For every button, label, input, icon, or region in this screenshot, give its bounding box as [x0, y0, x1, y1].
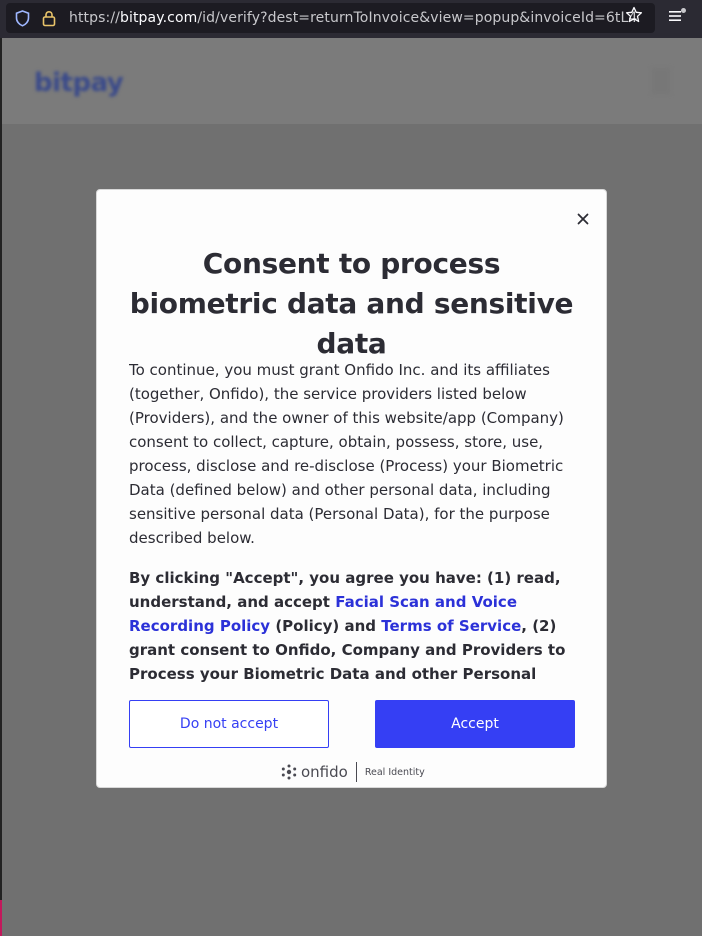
consent-text-scroll[interactable]: To continue, you must grant Onfido Inc. … — [129, 358, 569, 686]
header-menu-icon — [652, 68, 670, 94]
close-icon[interactable] — [571, 207, 595, 231]
update-badge-icon — [681, 8, 686, 13]
lock-icon[interactable] — [42, 10, 56, 32]
bitpay-logo: bitpay — [34, 68, 124, 98]
url-text[interactable]: https://bitpay.com/id/verify?dest=return… — [69, 10, 637, 26]
onfido-footer: onfido Real Identity — [281, 762, 431, 782]
window-edge-accent — [0, 900, 2, 936]
modal-title: Consent to process biometric data and se… — [129, 247, 574, 360]
agreement-text-2: (Policy) and — [270, 617, 382, 635]
shield-icon[interactable] — [15, 10, 30, 32]
footer-tagline: Real Identity — [364, 766, 425, 778]
close-button[interactable] — [571, 207, 595, 231]
browser-toolbar: https://bitpay.com/id/verify?dest=return… — [0, 0, 702, 38]
url-prefix: https:// — [69, 10, 120, 26]
accept-button[interactable]: Accept — [375, 700, 575, 748]
consent-paragraph: To continue, you must grant Onfido Inc. … — [129, 361, 564, 547]
url-bar[interactable]: https://bitpay.com/id/verify?dest=return… — [6, 3, 655, 33]
do-not-accept-button[interactable]: Do not accept — [129, 700, 329, 748]
window-edge — [0, 38, 2, 936]
url-path: /id/verify?dest=returnToInvoice&view=pop… — [197, 10, 638, 26]
consent-agreement-paragraph: By clicking "Accept", you agree you have… — [129, 566, 569, 686]
terms-of-service-link[interactable]: Terms of Service — [381, 617, 521, 635]
footer-divider — [355, 762, 357, 782]
onfido-logo-icon — [281, 764, 297, 780]
page-header: bitpay — [2, 38, 702, 124]
onfido-brand: onfido — [301, 763, 348, 781]
url-host: bitpay.com — [119, 10, 198, 26]
consent-modal: Consent to process biometric data and se… — [96, 189, 607, 788]
bookmark-star-icon[interactable] — [625, 6, 643, 29]
